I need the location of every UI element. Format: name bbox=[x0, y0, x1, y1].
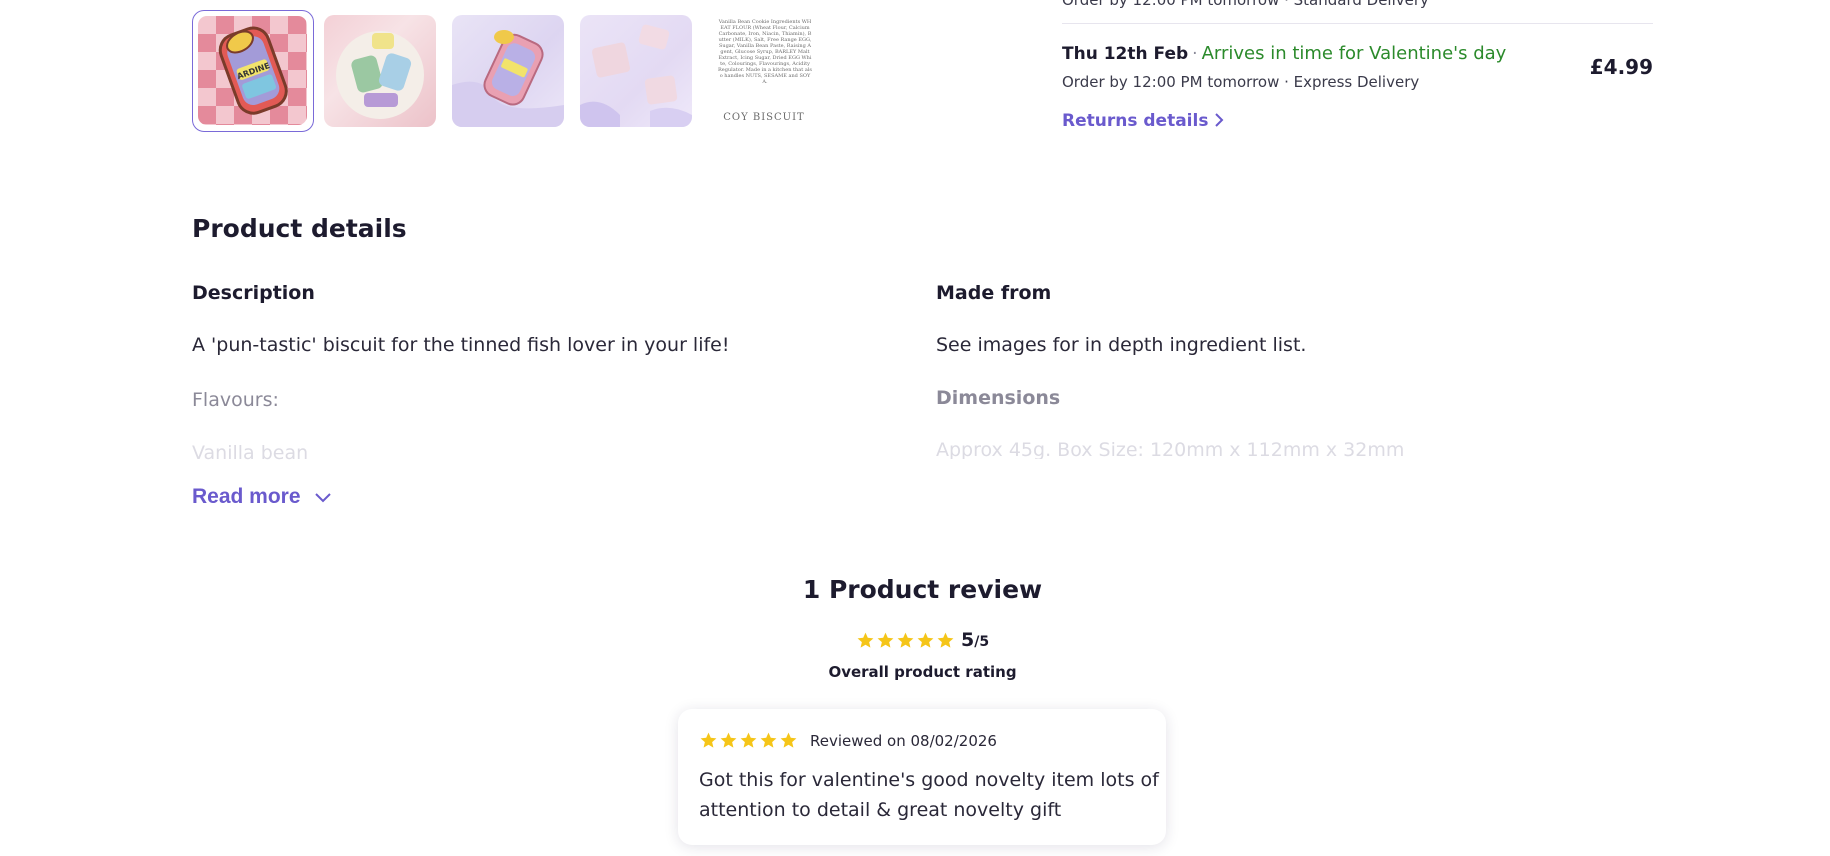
made-from-text: See images for in depth ingredient list. bbox=[936, 334, 1307, 356]
returns-details-link[interactable]: Returns details bbox=[1062, 111, 1224, 131]
delivery-date-line: Thu 12th Feb · Arrives in time for Valenti… bbox=[1062, 43, 1506, 64]
star-icon bbox=[937, 632, 954, 648]
rating-out-of: /5 bbox=[974, 634, 990, 650]
ingredients-image-text: Vanilla Bean Cookie Ingredients WHEAT FL… bbox=[718, 19, 812, 85]
thumbnail-1-image: ARDINE bbox=[198, 16, 307, 125]
star-icon bbox=[877, 632, 894, 648]
product-details-title: Product details bbox=[192, 214, 407, 243]
made-from-heading: Made from bbox=[936, 282, 1052, 304]
brand-logo-text: COY BISCUIT bbox=[723, 112, 805, 123]
star-icon bbox=[720, 732, 737, 748]
packaging-pieces-image bbox=[580, 24, 692, 127]
star-icon bbox=[917, 632, 934, 648]
star-icon bbox=[780, 732, 797, 748]
read-more-label: Read more bbox=[192, 485, 301, 508]
separator-dot: · bbox=[1192, 44, 1198, 64]
star-icon bbox=[897, 632, 914, 648]
overall-rating-label: Overall product rating bbox=[828, 663, 1017, 681]
review-rating-stars bbox=[699, 731, 798, 750]
chevron-right-icon bbox=[1215, 113, 1224, 127]
review-text: Got this for valentine's good novelty it… bbox=[699, 769, 1159, 821]
standard-delivery-cutoff: Order by 12:00 PM tomorrow · Standard De… bbox=[1062, 0, 1429, 9]
flavours-label: Flavours: bbox=[192, 389, 279, 411]
star-icon bbox=[857, 632, 874, 648]
overall-rating-stars bbox=[856, 631, 955, 650]
thumbnail-4[interactable] bbox=[580, 15, 692, 127]
biscuit-on-fabric-image bbox=[452, 30, 564, 127]
review-header: Reviewed on 08/02/2026 bbox=[699, 731, 997, 750]
review-card: Reviewed on 08/02/2026 Got this for vale… bbox=[678, 709, 1166, 845]
arrives-note: Arrives in time for Valentine's day bbox=[1201, 43, 1507, 64]
returns-details-label: Returns details bbox=[1062, 111, 1209, 131]
rating-score: 5/5 bbox=[961, 629, 989, 651]
chevron-down-icon bbox=[315, 493, 332, 503]
divider bbox=[1062, 23, 1653, 24]
star-icon bbox=[760, 732, 777, 748]
thumbnail-5[interactable]: Vanilla Bean Cookie Ingredients WHEAT FL… bbox=[708, 15, 820, 127]
flavour-item: Vanilla bean bbox=[192, 442, 309, 460]
review-date: Reviewed on 08/02/2026 bbox=[810, 731, 997, 750]
dimensions-text: Approx 45g. Box Size: 120mm x 112mm x 32… bbox=[936, 439, 1405, 459]
overall-rating: 5/5 bbox=[856, 629, 989, 651]
rating-score-value: 5 bbox=[961, 629, 975, 651]
read-more-button[interactable]: Read more bbox=[192, 485, 332, 509]
express-delivery-cutoff: Order by 12:00 PM tomorrow · Express Del… bbox=[1062, 73, 1420, 91]
description-text: A 'pun-tastic' biscuit for the tinned fi… bbox=[192, 334, 730, 356]
biscuit-plate-image bbox=[336, 31, 424, 119]
sardine-tin-biscuit-image: ARDINE bbox=[218, 26, 288, 115]
thumbnail-2[interactable] bbox=[324, 15, 436, 127]
reviews-title: 1 Product review bbox=[802, 575, 1043, 604]
description-heading: Description bbox=[192, 282, 315, 304]
star-icon bbox=[740, 732, 757, 748]
thumbnail-1[interactable]: ARDINE bbox=[192, 10, 314, 132]
delivery-date: Thu 12th Feb bbox=[1062, 44, 1189, 64]
thumbnail-3[interactable] bbox=[452, 15, 564, 127]
delivery-price: £4.99 bbox=[1589, 55, 1653, 79]
dimensions-heading: Dimensions bbox=[936, 387, 1061, 409]
star-icon bbox=[700, 732, 717, 748]
